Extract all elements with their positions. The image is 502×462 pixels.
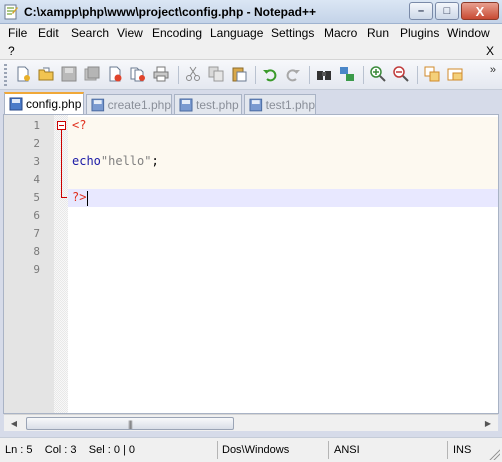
sync-horizontal-icon[interactable] xyxy=(447,66,463,82)
line-number: 1 xyxy=(33,119,40,132)
line-number: 7 xyxy=(33,227,40,240)
saved-file-icon xyxy=(9,97,23,111)
paste-icon[interactable] xyxy=(231,66,247,82)
minimize-button[interactable]: – xyxy=(409,2,433,20)
toolbar: » xyxy=(0,60,502,90)
menu-run[interactable]: Run xyxy=(367,26,389,40)
menu-edit[interactable]: Edit xyxy=(38,26,59,40)
saved-file-icon xyxy=(249,98,263,111)
tab-test1-php[interactable]: test1.php xyxy=(244,94,316,114)
zoom-out-icon[interactable] xyxy=(393,66,409,82)
cursor-position: Ln : 5 Col : 3 Sel : 0 | 0 xyxy=(5,444,136,456)
scrollbar-thumb[interactable]: ||| xyxy=(26,417,234,430)
menu-bar: File Edit Search View Encoding Language … xyxy=(0,24,502,60)
php-block-highlight xyxy=(68,117,498,189)
line-number-gutter[interactable]: 1 2 3 4 5 6 7 8 9 xyxy=(4,115,54,413)
find-icon[interactable] xyxy=(316,66,332,82)
line-number: 4 xyxy=(33,173,40,186)
eol-format[interactable]: Dos\Windows xyxy=(222,444,289,456)
close-icon: X xyxy=(475,3,485,19)
toolbar-overflow-icon[interactable]: » xyxy=(490,64,496,76)
notepadpp-logo-icon xyxy=(4,4,18,20)
string-literal: "hello" xyxy=(100,154,152,168)
cut-icon[interactable] xyxy=(185,66,201,82)
line-number: 5 xyxy=(33,191,40,204)
status-bar: Ln : 5 Col : 3 Sel : 0 | 0 Dos\Windows A… xyxy=(0,437,502,462)
menu-window[interactable]: Window xyxy=(447,26,490,40)
fold-collapse-icon[interactable] xyxy=(57,121,66,130)
replace-icon[interactable] xyxy=(339,66,355,82)
tab-label: test.php xyxy=(196,97,239,112)
menu-search[interactable]: Search xyxy=(71,26,109,40)
maximize-icon: □ xyxy=(443,4,451,17)
undo-icon[interactable] xyxy=(262,66,278,82)
menu-encoding[interactable]: Encoding xyxy=(152,26,202,40)
zoom-in-icon[interactable] xyxy=(370,66,386,82)
sync-vertical-icon[interactable] xyxy=(424,66,440,82)
resize-grip[interactable] xyxy=(488,448,500,460)
copy-icon[interactable] xyxy=(208,66,224,82)
menu-file[interactable]: File xyxy=(8,26,27,40)
minimize-icon: – xyxy=(417,4,425,17)
maximize-button[interactable]: □ xyxy=(435,2,459,20)
print-icon[interactable] xyxy=(153,66,169,82)
close-all-icon[interactable] xyxy=(130,66,146,82)
line-number: 6 xyxy=(33,209,40,222)
tab-label: config.php xyxy=(26,97,82,111)
line-number: 3 xyxy=(33,155,40,168)
saved-file-icon xyxy=(91,98,105,111)
redo-icon[interactable] xyxy=(285,66,301,82)
horizontal-scrollbar[interactable]: ◀ ||| ▶ xyxy=(4,414,498,431)
scroll-left-icon[interactable]: ◀ xyxy=(6,416,22,431)
open-file-icon[interactable] xyxy=(38,66,54,82)
menu-plugins[interactable]: Plugins xyxy=(400,26,439,40)
tab-label: create1.php xyxy=(107,97,171,112)
menu-help[interactable]: ? xyxy=(8,44,15,58)
insert-mode[interactable]: INS xyxy=(453,444,471,456)
code-line-1: <? xyxy=(72,118,87,132)
scroll-right-icon[interactable]: ▶ xyxy=(480,416,496,431)
scrollbar-grip: ||| xyxy=(127,418,133,429)
fold-line xyxy=(61,130,62,197)
menu-view[interactable]: View xyxy=(117,26,143,40)
code-line-5: ?> xyxy=(72,190,87,204)
toolbar-grip[interactable] xyxy=(4,64,7,86)
tab-label: test1.php xyxy=(265,97,315,112)
menu-macro[interactable]: Macro xyxy=(324,26,357,40)
statement-end: ; xyxy=(151,154,159,168)
save-icon[interactable] xyxy=(61,66,77,82)
code-line-3: echo"hello"; xyxy=(72,154,159,168)
keyword-echo: echo xyxy=(72,154,101,168)
title-bar: C:\xampp\php\www\project\config.php - No… xyxy=(0,0,502,24)
code-editor[interactable]: 1 2 3 4 5 6 7 8 9 <? echo"hello"; ?> xyxy=(3,114,499,414)
menu-language[interactable]: Language xyxy=(210,26,263,40)
saved-file-icon xyxy=(179,98,193,111)
file-encoding[interactable]: ANSI xyxy=(334,444,360,456)
tab-create1-php[interactable]: create1.php xyxy=(86,94,172,114)
close-window-button[interactable]: X xyxy=(461,2,499,20)
line-number: 9 xyxy=(33,263,40,276)
close-file-icon[interactable] xyxy=(107,66,123,82)
menu-settings[interactable]: Settings xyxy=(271,26,314,40)
current-line-highlight xyxy=(68,189,498,207)
fold-end-marker xyxy=(61,197,67,198)
new-file-icon[interactable] xyxy=(15,66,31,82)
tab-config-php[interactable]: config.php xyxy=(4,92,84,114)
line-number: 2 xyxy=(33,137,40,150)
tab-test-php[interactable]: test.php xyxy=(174,94,242,114)
save-all-icon[interactable] xyxy=(84,66,100,82)
tab-bar: config.php create1.php test.php test1.ph… xyxy=(0,92,502,114)
line-number: 8 xyxy=(33,245,40,258)
text-caret xyxy=(87,191,88,206)
window-title: C:\xampp\php\www\project\config.php - No… xyxy=(24,5,317,19)
close-document-button[interactable]: X xyxy=(486,44,494,58)
